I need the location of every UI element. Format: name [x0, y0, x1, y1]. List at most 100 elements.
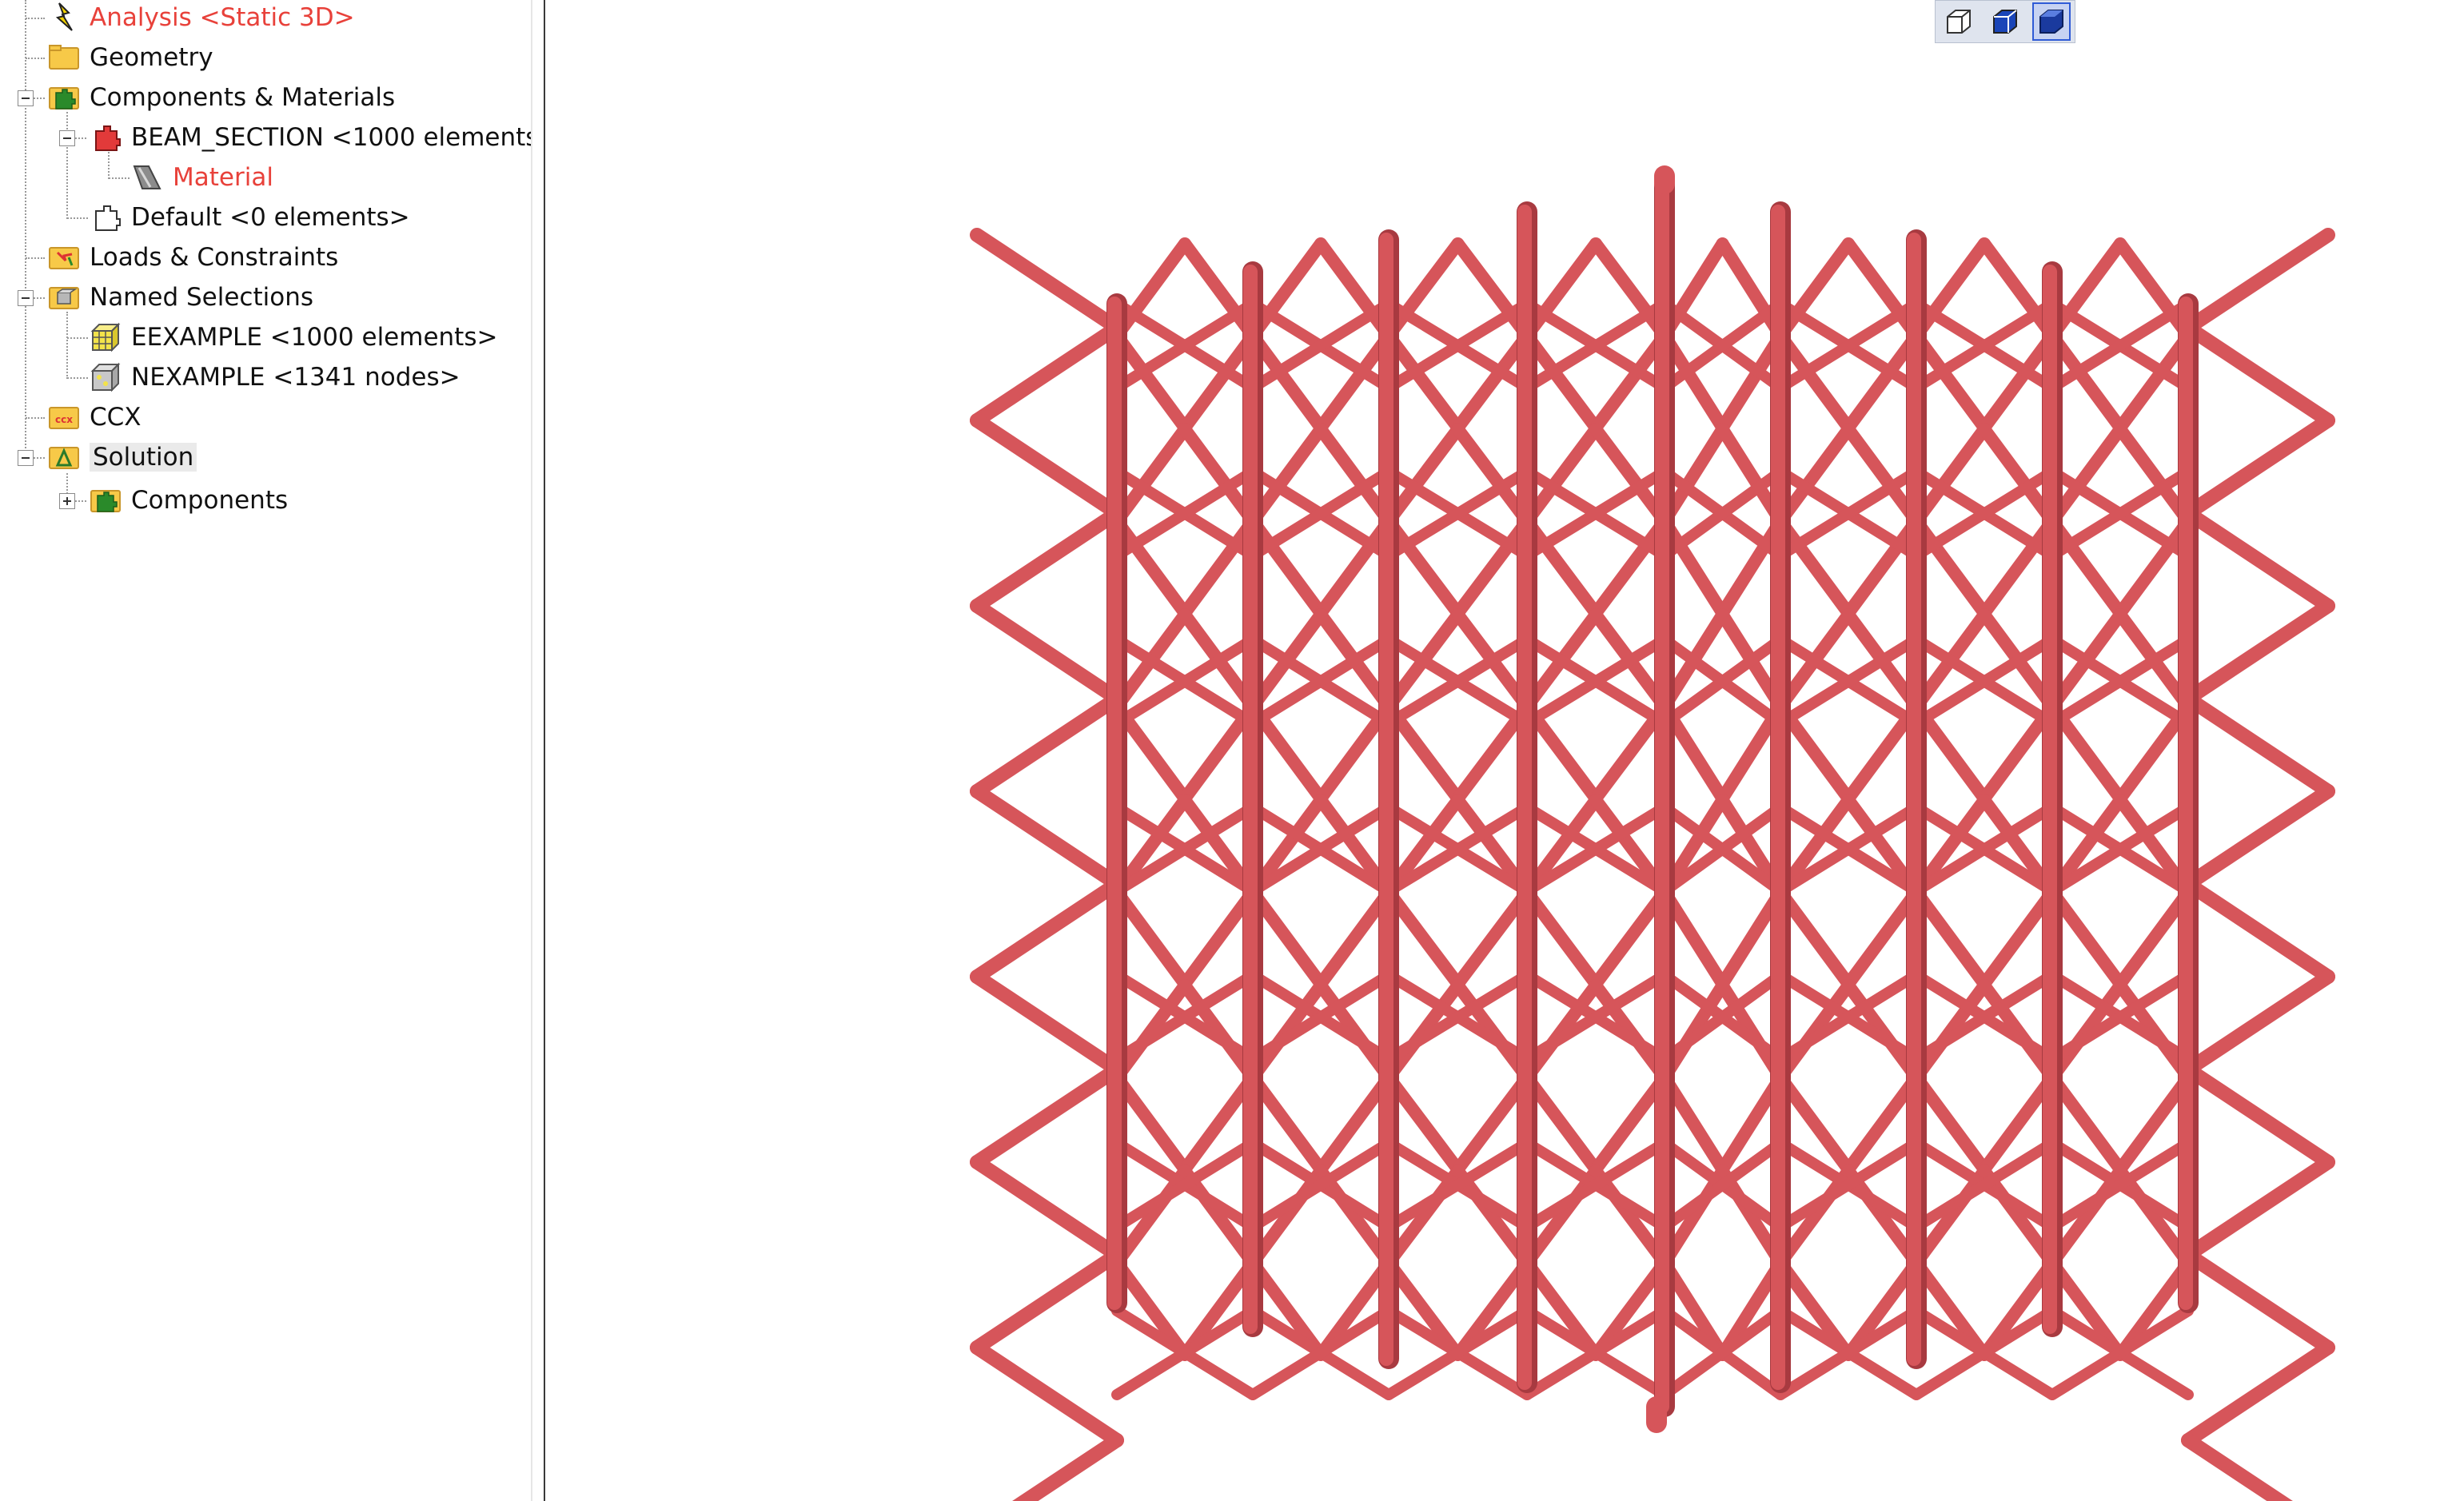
wireframe-view-button[interactable] — [1940, 2, 1978, 41]
tree-item-solution-components[interactable]: Components — [90, 480, 288, 520]
collapse-components-materials-toggle[interactable] — [18, 90, 34, 106]
lattice-strut — [970, 413, 1124, 520]
svg-text:ccx: ccx — [55, 414, 73, 425]
shaded-view-button[interactable] — [2032, 2, 2071, 41]
tree-connector — [26, 257, 45, 259]
named-selections-icon — [49, 287, 79, 309]
model-tree-panel: Analysis <Static 3D> Geometry Components… — [0, 0, 544, 1501]
tree-item-beam-section[interactable]: BEAM_SECTION <1000 elements — [90, 117, 538, 157]
tree-item-label: Analysis <Static 3D> — [90, 3, 355, 32]
tree-connector — [34, 98, 45, 99]
lattice-strut — [970, 321, 1124, 428]
hidden-line-view-icon — [1993, 10, 2017, 34]
lattice-strut — [2181, 413, 2335, 520]
lattice-strut — [2181, 599, 2335, 706]
tree-item-label: Components & Materials — [90, 83, 396, 112]
tree-connector — [25, 0, 26, 460]
tree-connector — [75, 137, 86, 139]
collapse-solution-toggle[interactable] — [18, 450, 34, 466]
lattice-strut — [2181, 1340, 2335, 1447]
lattice-strut — [1012, 1433, 1124, 1501]
tree-connector — [34, 457, 45, 459]
lattice-strut — [970, 228, 1124, 335]
3d-viewport[interactable] — [545, 0, 2464, 1501]
lattice-strut — [2181, 506, 2335, 613]
lattice-strut — [970, 969, 1124, 1077]
hidden-line-view-button[interactable] — [1986, 2, 2024, 41]
lattice-strut — [970, 506, 1124, 613]
tree-item-material[interactable]: Material — [131, 157, 273, 197]
tree-item-label: NEXAMPLE <1341 nodes> — [131, 363, 461, 392]
tree-item-nexample[interactable]: NEXAMPLE <1341 nodes> — [90, 357, 461, 397]
tree-item-label: Default <0 elements> — [131, 203, 410, 232]
lattice-strut — [970, 877, 1124, 984]
tree-connector — [67, 217, 88, 219]
tree-connector — [66, 312, 68, 379]
tree-item-label: Material — [173, 163, 273, 192]
lattice-strut — [2181, 969, 2335, 1077]
tree-item-loads-constraints[interactable]: Loads & Constraints — [48, 237, 338, 277]
tree-item-solution[interactable]: Solution — [48, 437, 197, 477]
tree-connector — [26, 18, 45, 19]
element-selection-icon — [90, 322, 121, 352]
lattice-strut — [970, 691, 1124, 798]
tree-item-label: Geometry — [90, 43, 213, 72]
node-selection-icon — [90, 362, 121, 392]
tree-item-label: Solution — [90, 443, 197, 472]
wireframe-view-icon — [1947, 10, 1971, 34]
collapse-named-selections-toggle[interactable] — [18, 290, 34, 306]
tree-item-components-materials[interactable]: Components & Materials — [48, 78, 395, 117]
tree-item-label: Named Selections — [90, 283, 313, 312]
components-icon — [49, 87, 79, 109]
lattice-strut — [2181, 877, 2335, 984]
beam-section-icon — [95, 125, 121, 151]
analysis-icon — [55, 2, 73, 31]
default-section-icon — [95, 205, 121, 231]
tree-connector — [66, 112, 68, 219]
lattice-strut — [2181, 1062, 2335, 1169]
tree-connector — [67, 377, 88, 379]
tree-item-label: Loads & Constraints — [90, 243, 339, 272]
lattice-strut — [2181, 691, 2335, 798]
lattice-strut — [2181, 321, 2335, 428]
tree-item-eexample[interactable]: EEXAMPLE <1000 elements> — [90, 317, 497, 357]
tree-item-named-selections[interactable]: Named Selections — [48, 277, 313, 317]
tree-item-label: EEXAMPLE <1000 elements> — [131, 323, 498, 352]
lattice-strut — [970, 1248, 1124, 1355]
shaded-view-icon — [2039, 10, 2063, 34]
lattice-strut — [970, 599, 1124, 706]
collapse-beam-section-toggle[interactable] — [59, 130, 75, 146]
lattice-strut — [2181, 1433, 2293, 1501]
lattice-strut — [2181, 784, 2335, 891]
tree-item-label: CCX — [90, 403, 142, 432]
tree-item-ccx[interactable]: ccx CCX — [48, 397, 142, 437]
loads-icon — [49, 247, 79, 269]
tree-item-analysis[interactable]: Analysis <Static 3D> — [48, 0, 355, 38]
panel-splitter[interactable] — [531, 0, 547, 1501]
tree-connector — [67, 337, 88, 339]
tree-item-label: BEAM_SECTION <1000 elements — [131, 123, 539, 152]
expand-solution-components-toggle[interactable] — [59, 493, 75, 509]
lattice-strut — [2181, 1248, 2335, 1355]
lattice-strut — [970, 1062, 1124, 1169]
material-icon — [133, 165, 161, 189]
tree-connector — [26, 417, 45, 419]
lattice-strut — [2181, 1155, 2335, 1262]
geometry-folder-icon — [49, 45, 79, 70]
lattice-strut — [970, 1155, 1124, 1262]
tree-item-geometry[interactable]: Geometry — [48, 38, 213, 78]
lattice-strut — [970, 1340, 1124, 1447]
tree-item-label: Components — [131, 486, 289, 515]
tree-connector — [26, 58, 45, 59]
lattice-strut — [2181, 228, 2335, 335]
tree-item-default-section[interactable]: Default <0 elements> — [90, 197, 410, 237]
ccx-icon: ccx — [49, 407, 79, 429]
tree-connector — [75, 500, 86, 502]
components-icon — [90, 490, 121, 512]
view-mode-toolbar — [1935, 0, 2075, 43]
tree-connector — [34, 297, 45, 299]
lattice-model[interactable] — [545, 0, 2464, 1501]
solution-icon — [49, 447, 79, 469]
tree-connector — [109, 177, 130, 179]
lattice-strut — [970, 784, 1124, 891]
